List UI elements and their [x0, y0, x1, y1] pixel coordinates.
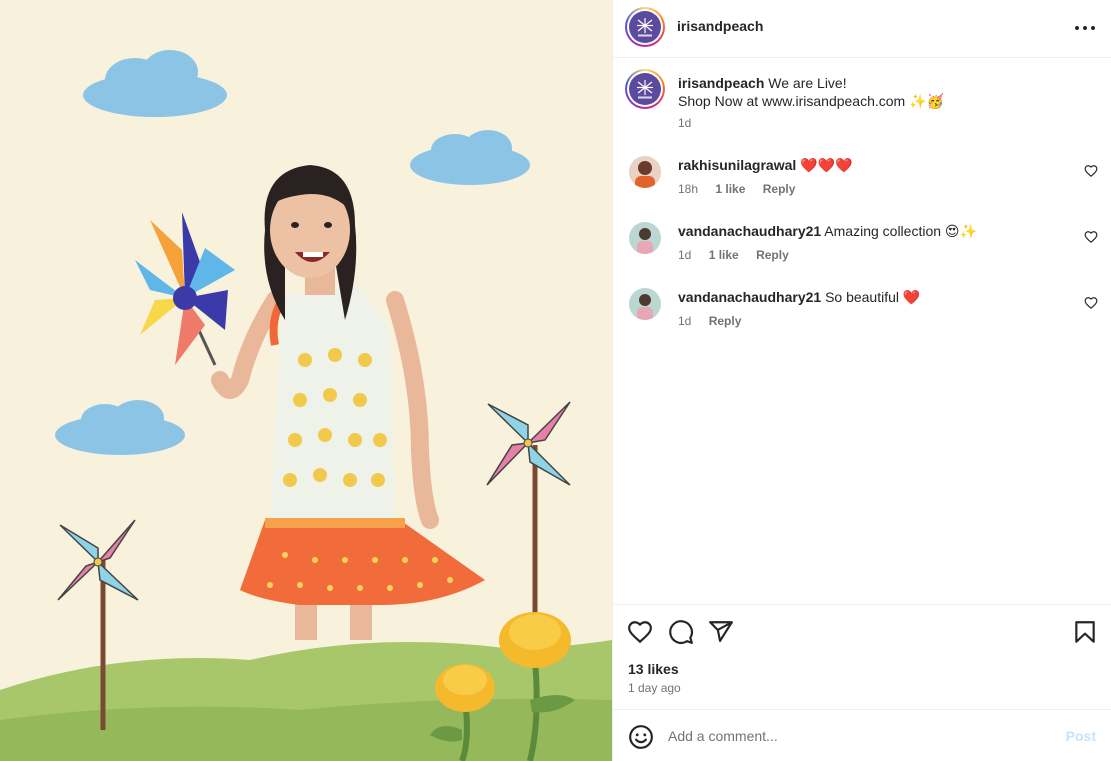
caption-emoji: ✨🥳	[909, 94, 944, 110]
post-image[interactable]	[0, 0, 612, 761]
emoji-smile-icon[interactable]	[628, 724, 654, 750]
caption-line-1: We are Live!	[768, 75, 847, 91]
post-date[interactable]: 1 day ago	[628, 681, 681, 695]
comment-text: vandanachaudhary21 Amazing collection 😍✨	[678, 222, 977, 241]
comment-meta: 1d 1 like Reply	[678, 248, 803, 262]
reply-button[interactable]: Reply	[756, 248, 789, 262]
comment-body: So beautiful	[825, 289, 900, 305]
more-horizontal-icon[interactable]	[1072, 18, 1098, 38]
reply-button[interactable]: Reply	[763, 182, 796, 196]
comment-composer: Post	[613, 709, 1111, 761]
comment-likes-count[interactable]: 1 like	[709, 248, 739, 262]
add-comment-input[interactable]	[668, 722, 1048, 750]
commenter-avatar[interactable]	[629, 156, 661, 188]
caption-avatar[interactable]	[625, 69, 665, 109]
post-header: irisandpeach	[613, 0, 1111, 58]
brand-logo-icon	[637, 18, 653, 37]
share-icon[interactable]	[708, 619, 734, 645]
comment-username[interactable]: rakhisunilagrawal	[678, 157, 796, 173]
comment-timestamp[interactable]: 18h	[678, 182, 698, 196]
caption-username[interactable]: irisandpeach	[678, 75, 764, 91]
caption-timestamp[interactable]: 1d	[678, 116, 691, 130]
likes-count[interactable]: 13 likes	[628, 661, 679, 677]
post-comment-button[interactable]: Post	[1066, 728, 1096, 744]
comment-text: vandanachaudhary21 So beautiful ❤️	[678, 288, 920, 307]
comment-timestamp[interactable]: 1d	[678, 248, 691, 262]
reply-button[interactable]: Reply	[709, 314, 742, 328]
comment-username[interactable]: vandanachaudhary21	[678, 289, 821, 305]
commenter-avatar[interactable]	[629, 222, 661, 254]
comment-body: Amazing collection	[824, 223, 942, 239]
like-comment-heart-icon[interactable]	[1084, 164, 1098, 178]
comment-item: vandanachaudhary21 So beautiful ❤️ 1d Re…	[613, 288, 1111, 348]
comment-item: rakhisunilagrawal ❤️❤️❤️ 18h 1 like Repl…	[613, 156, 1111, 216]
caption-line-2: Shop Now at www.irisandpeach.com	[678, 93, 906, 109]
like-comment-heart-icon[interactable]	[1084, 230, 1098, 244]
brand-logo-icon	[637, 80, 653, 99]
post-illustration	[0, 0, 612, 761]
post-detail-panel: irisandpeach irisandpeach We are Live! S…	[612, 0, 1111, 761]
commenter-avatar[interactable]	[629, 288, 661, 320]
comment-item: vandanachaudhary21 Amazing collection 😍✨…	[613, 222, 1111, 282]
comment-meta: 18h 1 like Reply	[678, 182, 809, 196]
comment-text: rakhisunilagrawal ❤️❤️❤️	[678, 156, 852, 175]
comment-meta: 1d Reply	[678, 314, 755, 328]
like-comment-heart-icon[interactable]	[1084, 296, 1098, 310]
caption-text: irisandpeach We are Live! Shop Now at ww…	[678, 74, 1058, 111]
bookmark-icon[interactable]	[1072, 619, 1098, 645]
post-actions: 13 likes 1 day ago	[613, 604, 1111, 709]
comment-likes-count[interactable]: 1 like	[715, 182, 745, 196]
account-avatar[interactable]	[625, 7, 665, 47]
comment-emoji: ❤️❤️❤️	[800, 158, 853, 174]
comment-timestamp[interactable]: 1d	[678, 314, 691, 328]
comment-icon[interactable]	[668, 619, 694, 645]
comment-emoji: 😍✨	[944, 224, 977, 240]
comment-emoji: ❤️	[902, 290, 921, 306]
comment-username[interactable]: vandanachaudhary21	[678, 223, 821, 239]
comments-section: irisandpeach We are Live! Shop Now at ww…	[613, 58, 1111, 604]
heart-icon[interactable]	[627, 619, 653, 645]
account-username[interactable]: irisandpeach	[677, 18, 763, 34]
